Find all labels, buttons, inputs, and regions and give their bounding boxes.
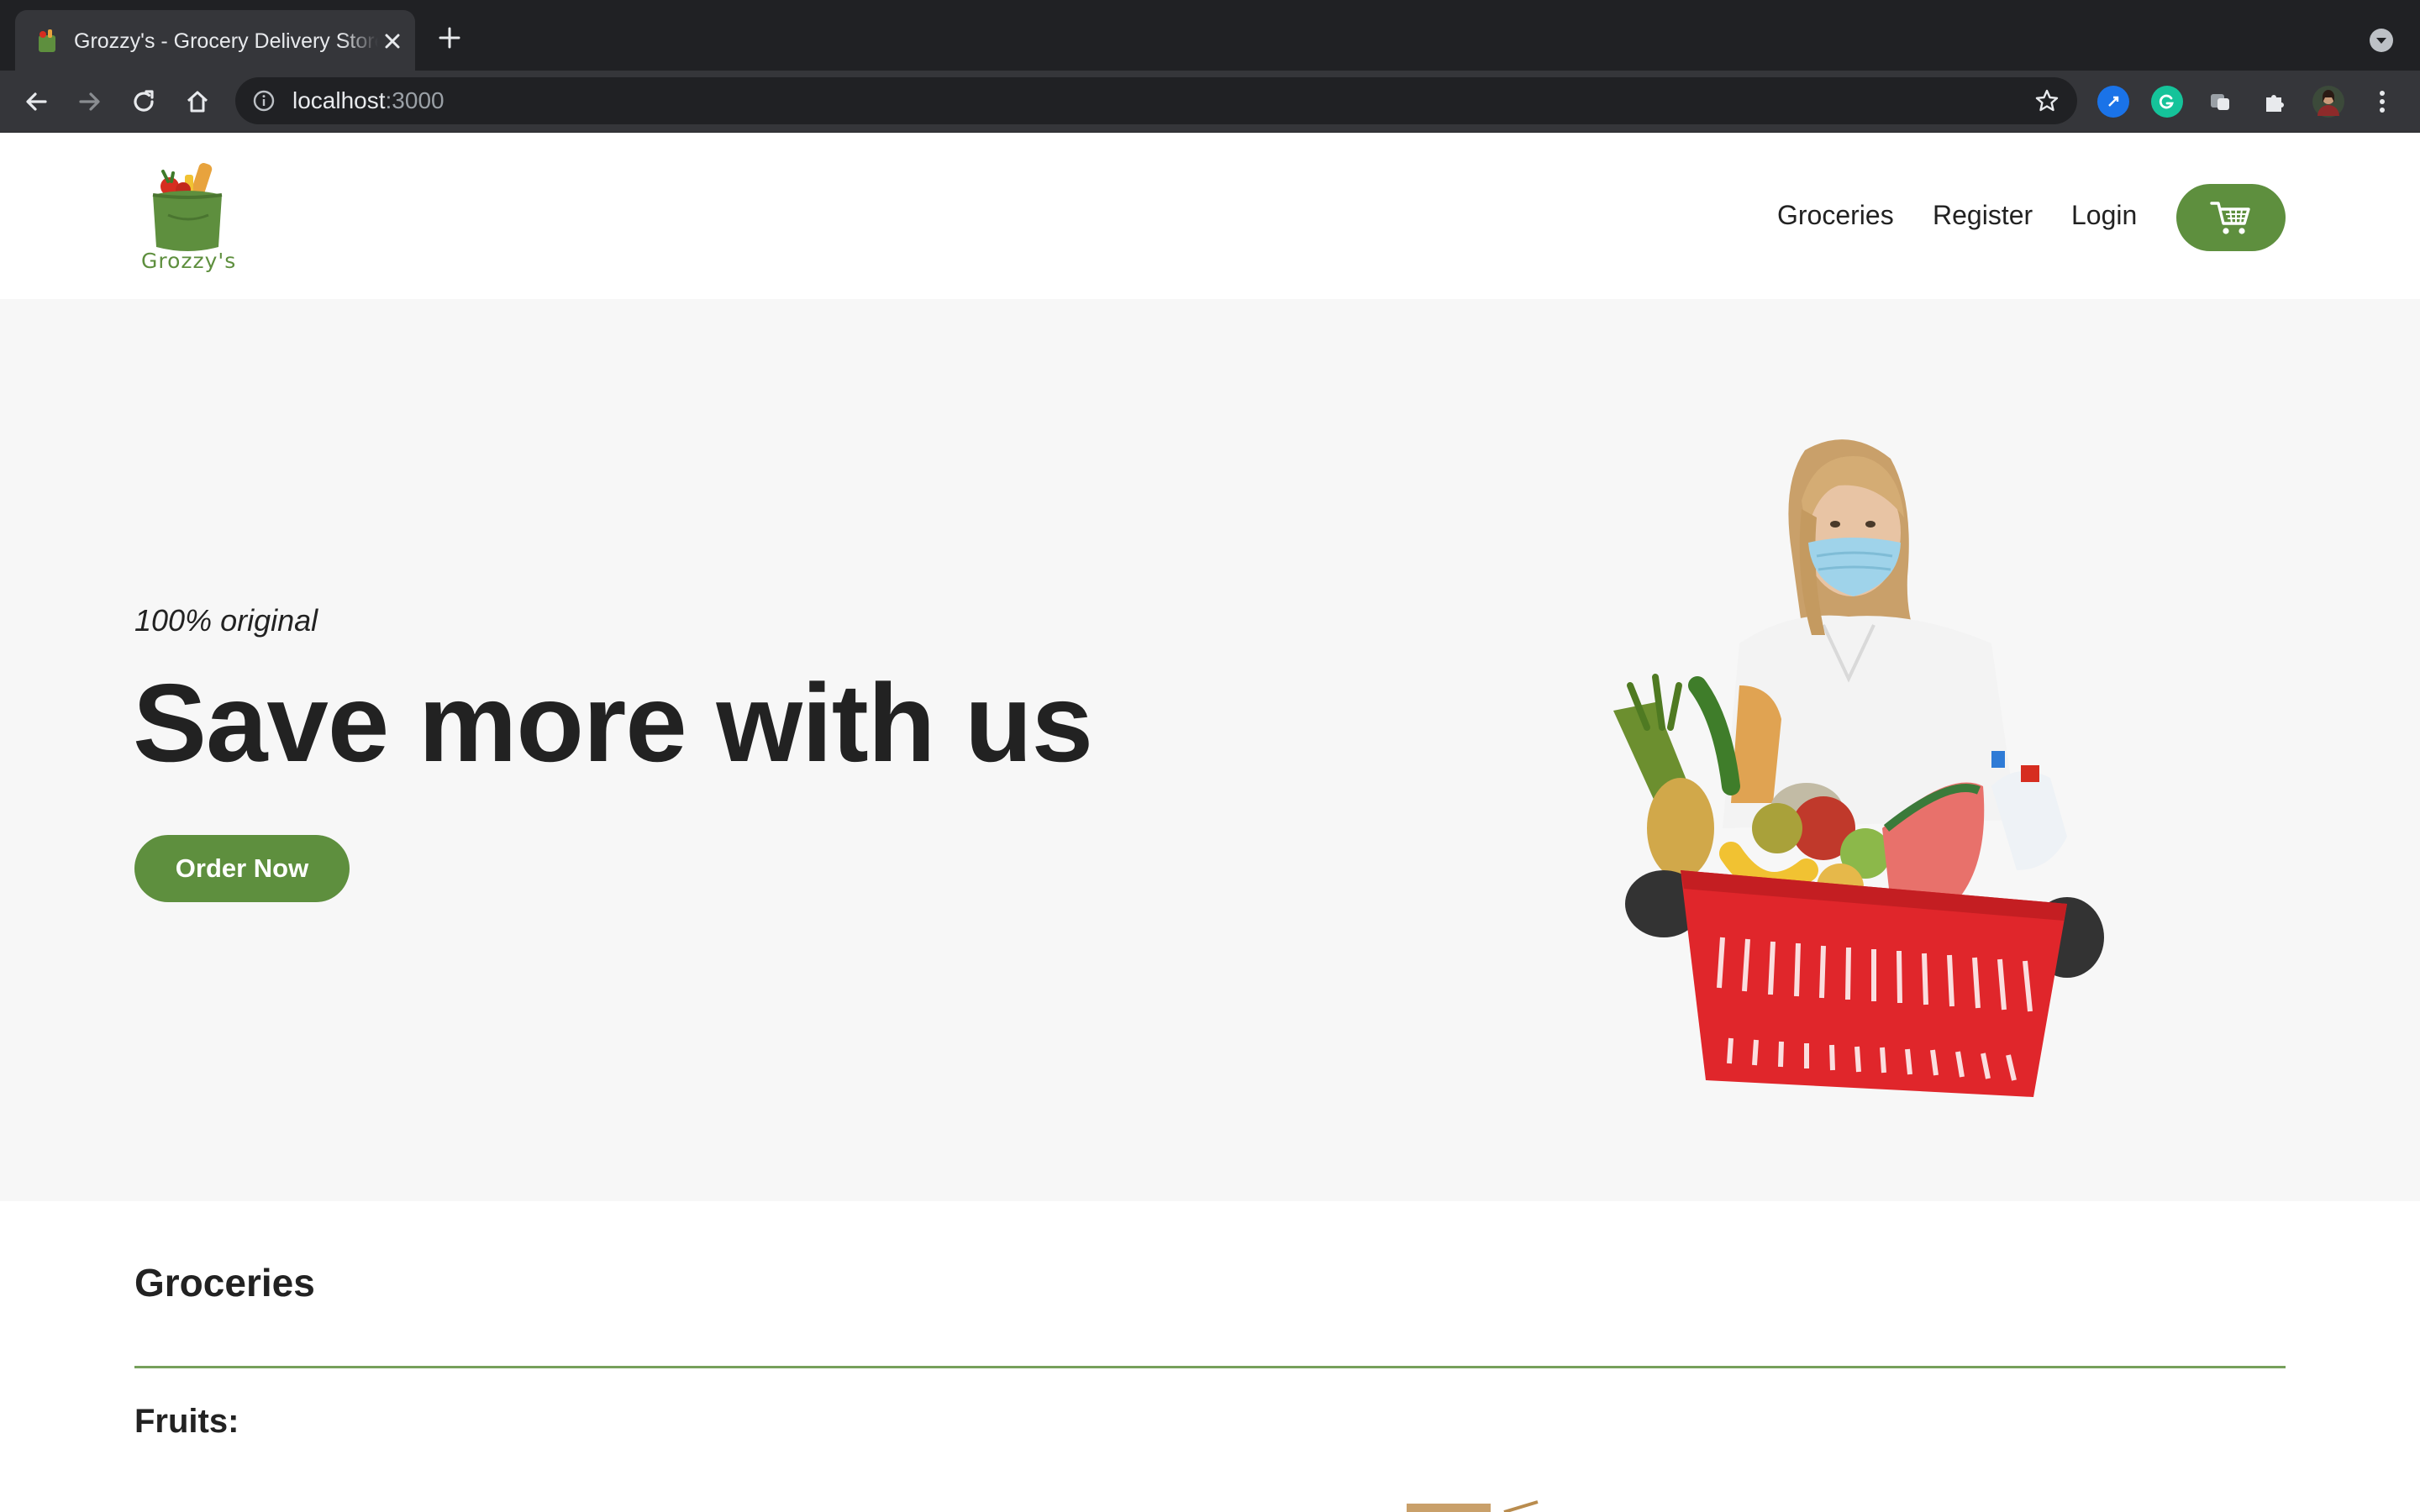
url-text[interactable]: localhost:3000 [292,87,445,115]
nav-link-groceries[interactable]: Groceries [1777,198,1894,232]
hero-kicker: 100% original [134,603,318,638]
address-bar[interactable]: localhost:3000 [235,77,2077,124]
groceries-section-title: Groceries [134,1261,315,1305]
close-tab-icon[interactable] [380,29,405,54]
extension-puzzle-pages-icon[interactable] [2205,86,2237,118]
hero-title: Save more with us [133,661,1093,785]
fruits-category-title: Fruits: [134,1403,239,1440]
shopping-cart-icon [2210,202,2250,234]
cart-button[interactable] [2176,184,2286,251]
new-tab-plus-icon[interactable] [437,25,462,50]
reload-icon[interactable] [126,84,161,119]
nav-link-register[interactable]: Register [1933,198,2033,232]
logo-wordmark[interactable]: Grozzy's [141,249,236,273]
browser-toolbar: localhost:3000 [0,71,2420,133]
extensions-puzzle-icon[interactable] [2259,86,2291,118]
extension-blue-icon[interactable] [2097,86,2129,118]
site-info-icon[interactable] [252,89,276,113]
tab-title: Grozzy's - Grocery Delivery Store [74,29,378,53]
hero-section: 100% original Save more with us Order No… [0,299,2420,1201]
product-image-peek [1407,1500,1539,1512]
site-header: Grozzy's Groceries Register Login [0,133,2420,299]
grammarly-icon[interactable] [2151,86,2183,118]
browser-tabstrip: Grozzy's - Grocery Delivery Store [0,0,2420,71]
order-now-button[interactable]: Order Now [134,835,350,902]
profile-avatar[interactable] [2312,86,2344,118]
home-icon[interactable] [180,84,215,119]
woman-with-grocery-basket-image [1613,439,2104,1097]
nav-link-login[interactable]: Login [2071,198,2137,232]
section-divider [134,1366,2286,1368]
back-arrow-icon[interactable] [18,84,54,119]
bookmark-star-icon[interactable] [2033,87,2060,114]
browser-menu-kebab-icon[interactable] [2365,84,2400,119]
browser-tab-active[interactable]: Grozzy's - Grocery Delivery Store [15,10,415,71]
tab-search-icon[interactable] [2370,29,2393,52]
grozzys-favicon-icon [39,29,55,52]
forward-arrow-icon[interactable] [72,84,108,119]
